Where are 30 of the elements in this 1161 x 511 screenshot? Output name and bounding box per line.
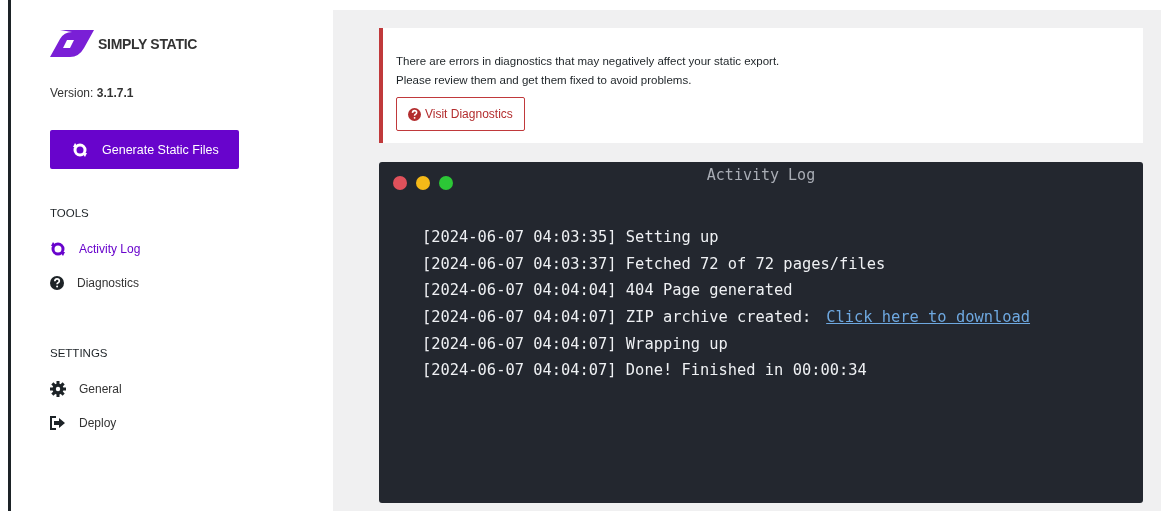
notice-text: There are errors in diagnostics that may negatively affect your static export.: [396, 54, 781, 69]
settings-icon: [50, 381, 66, 397]
generate-button[interactable]: Generate Static Files: [50, 130, 239, 169]
sidebar-item[interactable]: General: [50, 381, 122, 397]
download-link[interactable]: Click here to download: [826, 308, 1031, 335]
minimize-dot-icon: [416, 176, 430, 190]
logo-icon: [50, 30, 94, 58]
section-heading: SETTINGS: [50, 347, 109, 359]
sidebar-item[interactable]: Diagnostics: [50, 275, 140, 291]
help-icon: [408, 107, 421, 121]
sync-icon: [72, 141, 88, 158]
log-line: [2024-06-07 04:03:37] Fetched 72 of 72 pages/files: [422, 254, 886, 275]
sidebar-item[interactable]: Deploy: [50, 415, 117, 431]
log-line: [2024-06-07 04:04:04] 404 Page generated: [422, 281, 793, 302]
sync-icon: [50, 241, 66, 257]
sign-out-icon: [50, 416, 66, 430]
maximize-dot-icon: [439, 176, 453, 190]
close-dot-icon: [393, 176, 407, 190]
log-line: [2024-06-07 04:04:07] Wrapping up: [422, 334, 728, 355]
sidebar-item[interactable]: Activity Log: [50, 241, 141, 257]
log-line: [2024-06-07 04:04:07] Done! Finished in 00:00:34: [422, 361, 867, 382]
visit-diagnostics-button[interactable]: Visit Diagnostics: [396, 97, 525, 131]
brand-name: SIMPLY STATIC: [98, 36, 198, 52]
log-line: [2024-06-07 04:03:35] Setting up: [422, 228, 719, 248]
section-heading: TOOLS: [50, 207, 90, 219]
notice-text: Please review them and get them fixed to avoid problems.: [396, 73, 693, 88]
help-icon: [50, 276, 64, 290]
log-line: [2024-06-07 04:04:07] ZIP archive created:: [422, 308, 812, 329]
version-text: Version: 3.1.7.1: [50, 86, 135, 100]
panel-title: Activity Log: [706, 166, 816, 184]
